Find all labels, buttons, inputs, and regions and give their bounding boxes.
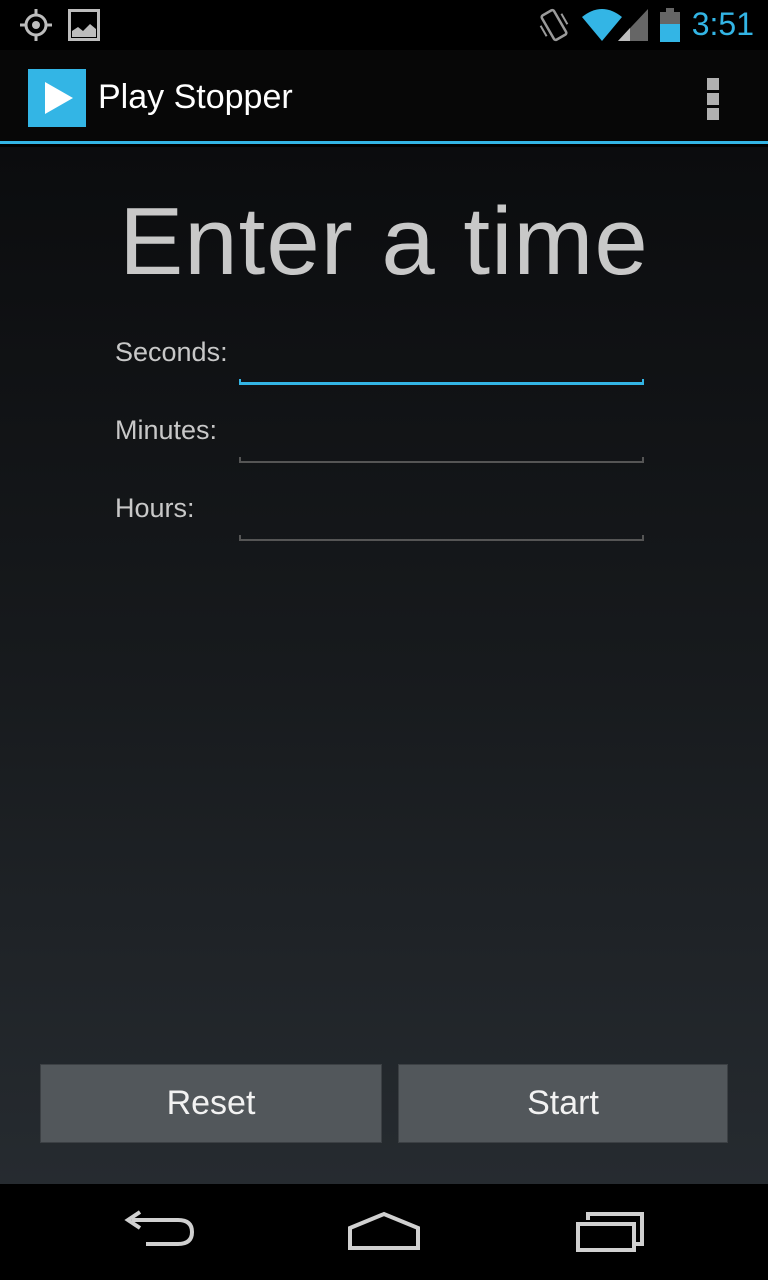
battery-icon [659,8,681,46]
hours-underline [239,535,644,541]
minutes-input[interactable] [239,415,644,459]
vibrate-icon [538,7,570,47]
app-title: Play Stopper [98,78,293,116]
wifi-icon [582,9,622,45]
back-icon[interactable] [110,1206,210,1258]
minutes-row: Minutes: [115,415,655,475]
gps-icon [20,9,52,45]
page-title: Enter a time [119,188,649,295]
action-bar: Play Stopper [0,50,768,144]
overflow-dot [707,93,719,105]
minutes-underline [239,457,644,463]
hours-row: Hours: [115,493,655,553]
overflow-dot [707,108,719,120]
navigation-bar [0,1184,768,1280]
seconds-input[interactable] [239,337,644,381]
seconds-row: Seconds: [115,337,655,397]
minutes-label: Minutes: [115,415,218,445]
hours-label: Hours: [115,493,195,523]
overflow-menu-icon[interactable] [698,76,728,120]
hours-input[interactable] [239,493,644,537]
status-bar: 3:51 [0,0,768,50]
signal-icon [618,9,648,45]
reset-button[interactable]: Reset [40,1064,382,1143]
overflow-dot [707,78,719,90]
seconds-label: Seconds: [115,337,228,367]
main-content: Enter a time Seconds: Minutes: Hours: Re… [0,147,768,1184]
seconds-underline [239,379,644,385]
home-icon[interactable] [334,1206,434,1258]
play-icon[interactable] [28,69,86,127]
start-button[interactable]: Start [398,1064,728,1143]
status-clock: 3:51 [691,6,754,42]
picture-icon [68,9,100,45]
recent-apps-icon[interactable] [562,1206,662,1258]
